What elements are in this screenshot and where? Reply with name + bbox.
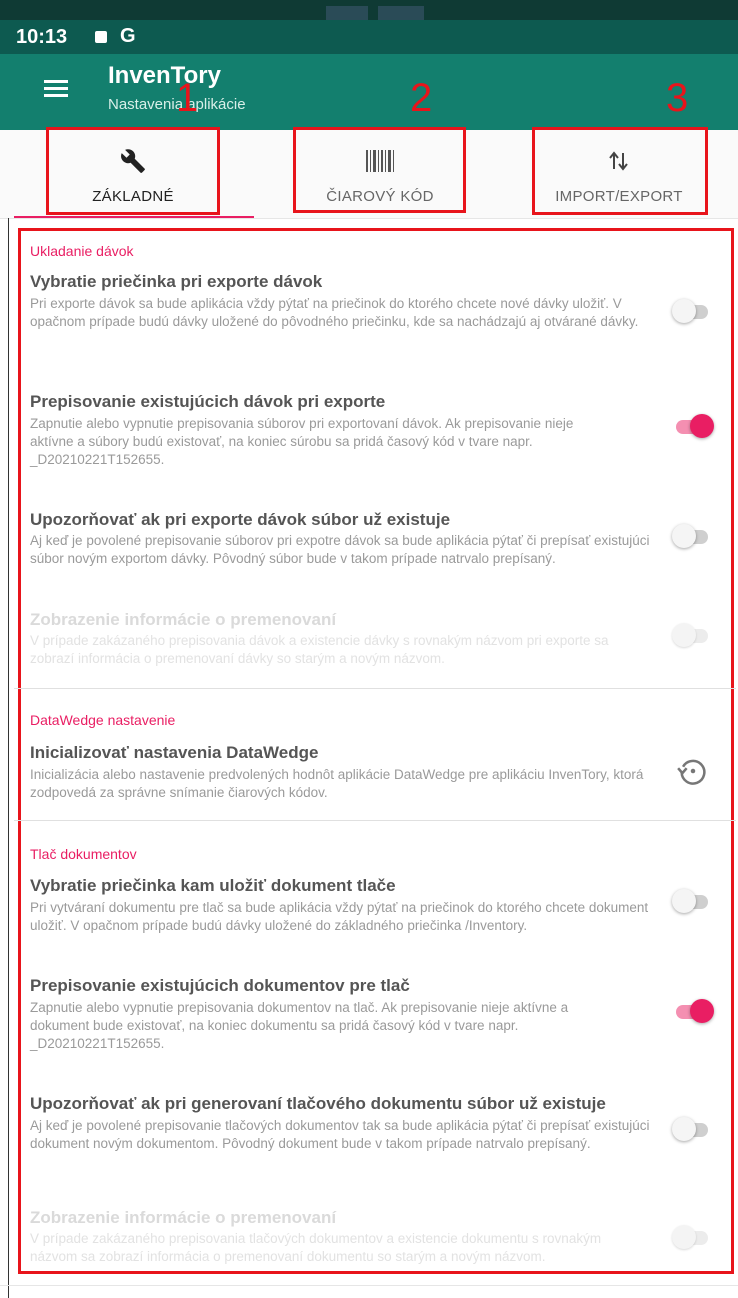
pref-title: Upozorňovať ak pri exporte dávok súbor u… xyxy=(30,510,451,529)
google-icon: G xyxy=(120,25,136,47)
section-title-datawedge: DataWedge nastavenie xyxy=(30,712,176,728)
toggle-switch xyxy=(672,1225,710,1249)
annotation-box-2 xyxy=(293,127,466,213)
bottom-divider xyxy=(0,1285,738,1286)
annotation-label-3: 3 xyxy=(666,76,689,120)
toggle-switch[interactable] xyxy=(672,299,710,323)
annotation-box-1 xyxy=(46,127,220,215)
pref-description: Aj keď je povolené prepisovanie súborov … xyxy=(30,533,650,566)
top-strip xyxy=(0,0,738,20)
pref-description: V prípade zakázaného prepisovania tlačov… xyxy=(30,1231,602,1264)
toggle-switch[interactable] xyxy=(672,524,710,548)
notification-icon xyxy=(95,31,107,43)
top-strip-block xyxy=(378,6,424,20)
pref-description: Pri exporte dávok sa bude aplikácia vždy… xyxy=(30,296,639,329)
pref-title: Prepisovanie existujúcich dokumentov pre… xyxy=(30,976,410,995)
pref-title: Zobrazenie informácie o premenovaní xyxy=(30,1208,337,1227)
left-edge-line xyxy=(8,218,9,1298)
app-bar: InvenTory Nastavenia aplikácie xyxy=(0,54,738,130)
app-title: InvenTory xyxy=(108,62,221,89)
pref-description: Inicializácia alebo nastavenie predvolen… xyxy=(30,767,644,800)
tab-divider xyxy=(0,218,738,219)
section-divider xyxy=(14,820,736,821)
restore-icon[interactable] xyxy=(676,754,710,788)
toggle-switch[interactable] xyxy=(672,999,714,1023)
menu-icon[interactable] xyxy=(44,80,68,98)
annotation-box-3 xyxy=(532,127,708,215)
annotation-label-2: 2 xyxy=(410,76,433,120)
toggle-switch[interactable] xyxy=(672,414,714,438)
section-divider xyxy=(14,688,736,689)
annotation-label-1: 1 xyxy=(176,76,199,120)
pref-description: Zapnutie alebo vypnutie prepisovania dok… xyxy=(30,1000,569,1051)
section-title-print: Tlač dokumentov xyxy=(30,846,137,862)
toggle-switch[interactable] xyxy=(672,1117,710,1141)
pref-description: V prípade zakázaného prepisovania dávok … xyxy=(30,633,609,666)
pref-description: Aj keď je povolené prepisovanie tlačovýc… xyxy=(30,1118,650,1151)
top-strip-block xyxy=(326,6,368,20)
pref-title: Prepisovanie existujúcich dávok pri expo… xyxy=(30,392,386,411)
section-title-batch: Ukladanie dávok xyxy=(30,243,134,259)
status-bar: 10:13 G xyxy=(0,20,738,54)
pref-description: Zapnutie alebo vypnutie prepisovania súb… xyxy=(30,416,574,467)
pref-title: Vybratie priečinka pri exporte dávok xyxy=(30,272,323,291)
toggle-switch[interactable] xyxy=(672,889,710,913)
pref-title: Inicializovať nastavenia DataWedge xyxy=(30,743,319,762)
pref-description: Pri vytváraní dokumentu pre tlač sa bude… xyxy=(30,900,649,933)
status-time: 10:13 xyxy=(16,26,68,48)
pref-title: Vybratie priečinka kam uložiť dokument t… xyxy=(30,876,396,895)
pref-title: Upozorňovať ak pri generovaní tlačového … xyxy=(30,1094,606,1113)
pref-title: Zobrazenie informácie o premenovaní xyxy=(30,610,337,629)
toggle-switch xyxy=(672,623,710,647)
